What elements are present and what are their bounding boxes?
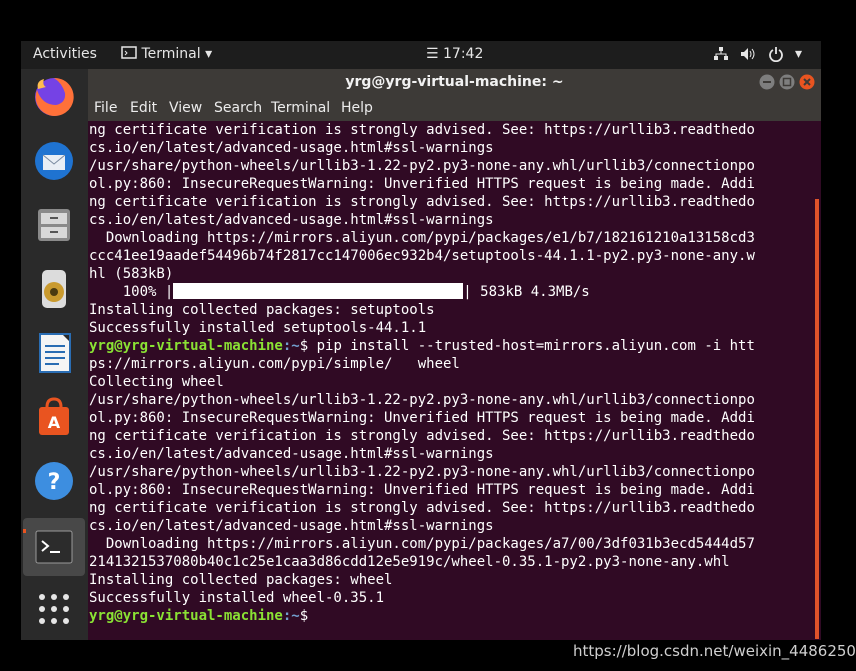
terminal-line: ng certificate verification is strongly … [89, 194, 755, 210]
terminal-line: cs.io/en/latest/advanced-usage.html#ssl-… [89, 518, 494, 534]
terminal-line: ol.py:860: InsecureRequestWarning: Unver… [89, 482, 755, 498]
scrollbar[interactable] [815, 199, 819, 639]
firefox-icon[interactable] [30, 73, 78, 121]
terminal-line: Successfully installed wheel-0.35.1 [89, 590, 385, 606]
app-menu[interactable]: Terminal ▾ [121, 46, 212, 62]
prompt-path: :~ [282, 608, 300, 624]
terminal-line: Collecting wheel [89, 374, 224, 390]
show-applications-icon[interactable] [30, 585, 78, 633]
menu-search[interactable]: Search [214, 100, 262, 116]
terminal-line: ng certificate verification is strongly … [89, 500, 755, 516]
menu-bar: File Edit View Search Terminal Help [88, 97, 821, 121]
progress-fill [173, 283, 464, 299]
maximize-icon[interactable] [779, 74, 795, 90]
terminal-line: /usr/share/python-wheels/urllib3-1.22-py… [89, 464, 755, 480]
top-bar: Activities Terminal ▾ ☰ 17:42 ▾ [21, 41, 821, 69]
terminal-icon [121, 46, 137, 59]
progress-tail: | 583kB 4.3MB/s [463, 284, 590, 300]
terminal-line: cs.io/en/latest/advanced-usage.html#ssl-… [89, 212, 494, 228]
prompt-line: yrg@yrg-virtual-machine:~$ pip install -… [89, 337, 755, 355]
terminal-line: ol.py:860: InsecureRequestWarning: Unver… [89, 410, 755, 426]
terminal-output[interactable]: ng certificate verification is strongly … [88, 121, 810, 640]
progress-label: 100% | [89, 284, 174, 300]
menu-terminal[interactable]: Terminal [271, 100, 330, 116]
power-icon[interactable] [768, 46, 784, 66]
rhythmbox-icon[interactable] [30, 265, 78, 313]
terminal-line: ccc41ee19aadef54496b74f2817cc147006ec932… [89, 248, 755, 264]
close-icon[interactable] [799, 74, 815, 90]
terminal-icon[interactable] [30, 523, 78, 571]
terminal-line: /usr/share/python-wheels/urllib3-1.22-py… [89, 158, 755, 174]
terminal-line: Successfully installed setuptools-44.1.1 [89, 320, 427, 336]
command-text: pip install --trusted-host=mirrors.aliyu… [316, 338, 755, 354]
activities-button[interactable]: Activities [33, 46, 97, 62]
window-title: yrg@yrg-virtual-machine: ~ [345, 74, 564, 90]
dock: A ? [21, 69, 88, 640]
prompt-sign: $ [299, 338, 317, 354]
minimize-icon[interactable] [759, 74, 775, 90]
menu-help[interactable]: Help [341, 100, 373, 116]
terminal-window: yrg@yrg-virtual-machine: ~ File Edit Vie… [88, 69, 821, 640]
progress-bar [173, 283, 464, 299]
terminal-line: Installing collected packages: wheel [89, 572, 393, 588]
thunderbird-icon[interactable] [30, 137, 78, 185]
clock-label: 17:42 [443, 46, 484, 62]
terminal-line: Downloading https://mirrors.aliyun.com/p… [89, 230, 755, 246]
prompt-sign: $ [299, 608, 317, 624]
progress-line: 100% | | 583kB 4.3MB/s [89, 283, 590, 301]
terminal-line: ol.py:860: InsecureRequestWarning: Unver… [89, 176, 755, 192]
menu-file[interactable]: File [94, 100, 117, 116]
terminal-line: 2141321537080b40c1c25e1caa3d86cdd12e5e91… [89, 554, 730, 570]
prompt-path: :~ [282, 338, 300, 354]
volume-icon[interactable] [739, 46, 757, 66]
prompt-line: yrg@yrg-virtual-machine:~$ [89, 607, 317, 625]
app-menu-label: Terminal [141, 46, 201, 62]
running-indicator [23, 529, 26, 533]
notifications-icon: ☰ [426, 46, 439, 62]
writer-icon[interactable] [30, 329, 78, 377]
terminal-line: Downloading https://mirrors.aliyun.com/p… [89, 536, 755, 552]
svg-text:?: ? [48, 470, 61, 495]
terminal-line: ng certificate verification is strongly … [89, 122, 755, 138]
software-icon[interactable]: A [30, 393, 78, 441]
title-bar[interactable]: yrg@yrg-virtual-machine: ~ [88, 69, 821, 97]
prompt-user-host: yrg@yrg-virtual-machine [89, 338, 283, 354]
terminal-line: hl (583kB) [89, 266, 174, 282]
terminal-line: cs.io/en/latest/advanced-usage.html#ssl-… [89, 140, 494, 156]
svg-text:A: A [48, 413, 61, 432]
watermark: https://blog.csdn.net/weixin_44862509 [573, 642, 856, 660]
terminal-line: ng certificate verification is strongly … [89, 428, 755, 444]
menu-view[interactable]: View [169, 100, 202, 116]
terminal-line: Installing collected packages: setuptool… [89, 302, 435, 318]
files-icon[interactable] [30, 201, 78, 249]
chevron-down-icon[interactable]: ▾ [795, 46, 802, 62]
terminal-line: /usr/share/python-wheels/urllib3-1.22-py… [89, 392, 755, 408]
clock[interactable]: ☰ 17:42 [426, 46, 483, 62]
network-icon[interactable] [713, 46, 729, 66]
chevron-down-icon: ▾ [205, 46, 213, 62]
prompt-user-host: yrg@yrg-virtual-machine [89, 608, 283, 624]
help-icon[interactable]: ? [30, 457, 78, 505]
terminal-line: ps://mirrors.aliyun.com/pypi/simple/ whe… [89, 356, 460, 372]
terminal-line: cs.io/en/latest/advanced-usage.html#ssl-… [89, 446, 494, 462]
menu-edit[interactable]: Edit [130, 100, 157, 116]
